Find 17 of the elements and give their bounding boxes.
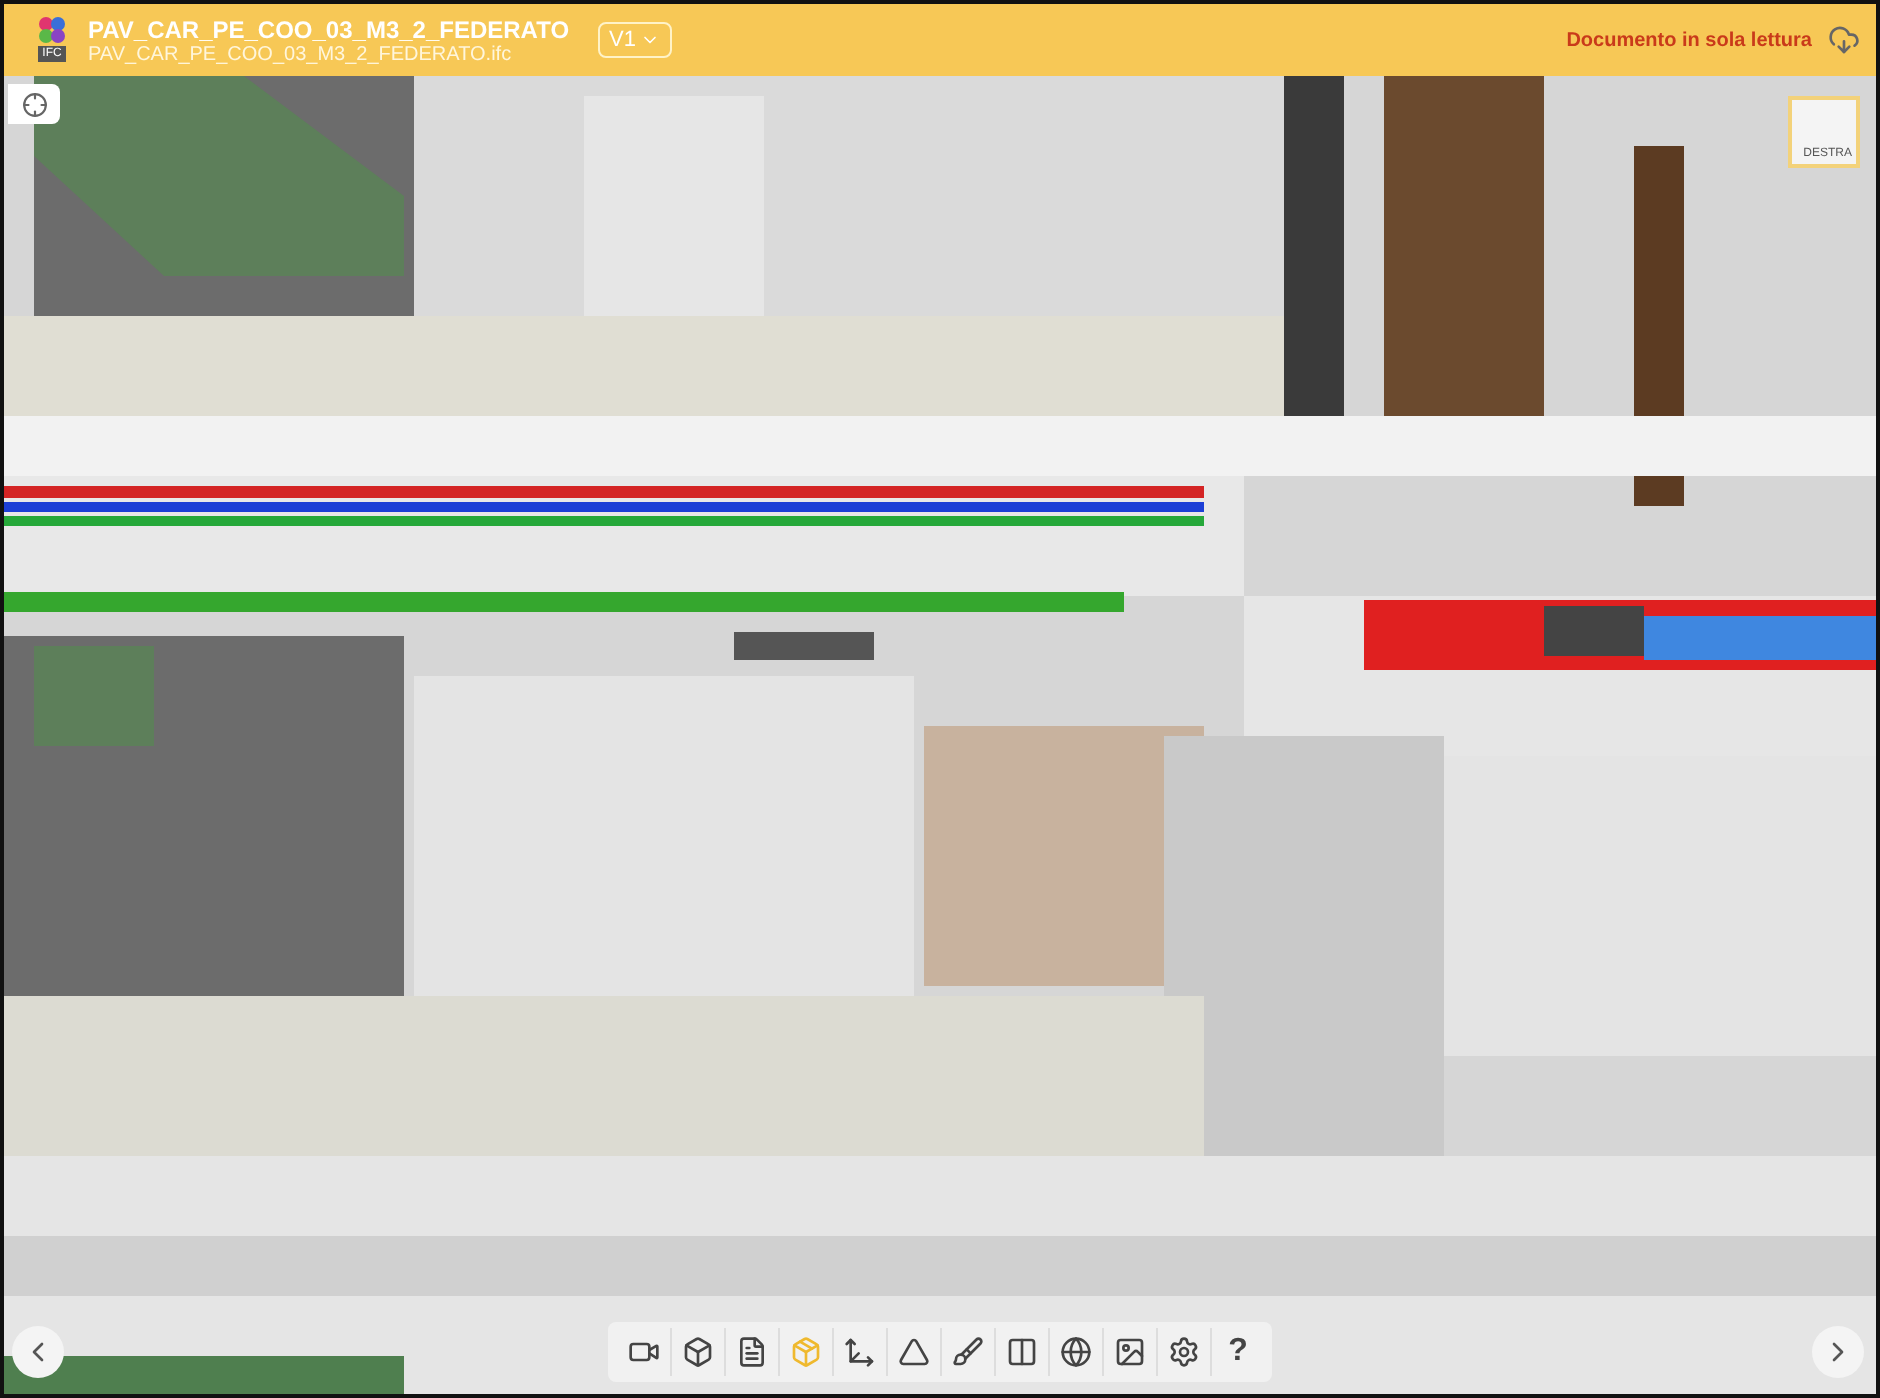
globe-icon [1060, 1336, 1092, 1368]
logo-icon [36, 14, 68, 46]
compass-button[interactable] [8, 84, 60, 124]
target-icon [21, 91, 47, 117]
cloud-download-icon[interactable] [1828, 24, 1860, 56]
model-title: PAV_CAR_PE_COO_03_M3_2_FEDERATO [88, 15, 570, 43]
image-icon [1114, 1336, 1146, 1368]
brush-icon [952, 1336, 984, 1368]
section-icon [1006, 1336, 1038, 1368]
help-button[interactable]: ? [1210, 1328, 1264, 1376]
cube-icon [682, 1336, 714, 1368]
document-icon [736, 1336, 768, 1368]
box-icon [790, 1336, 822, 1368]
settings-icon [1168, 1336, 1200, 1368]
axes-icon [844, 1336, 876, 1368]
read-only-status: Documento in sola lettura [1566, 29, 1812, 51]
file-name: PAV_CAR_PE_COO_03_M3_2_FEDERATO.ifc [88, 43, 514, 65]
